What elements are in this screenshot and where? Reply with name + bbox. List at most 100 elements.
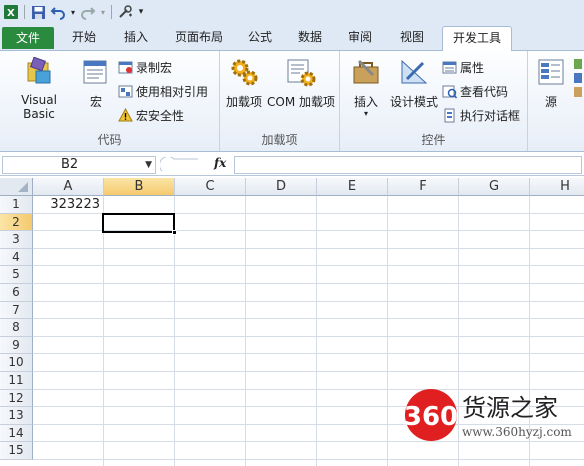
relative-references-button[interactable]: 使用相对引用 xyxy=(118,81,208,101)
insert-function-icon[interactable]: fx xyxy=(214,156,226,170)
properties-label: 属性 xyxy=(460,60,485,75)
expansion-packs-icon[interactable] xyxy=(574,73,582,83)
column-header-e[interactable]: E xyxy=(317,178,388,196)
row-header-6[interactable]: 6 xyxy=(0,284,33,302)
row-header-9[interactable]: 9 xyxy=(0,336,33,355)
refresh-data-icon[interactable] xyxy=(574,87,582,97)
fill-handle[interactable] xyxy=(172,230,177,235)
column-header-f[interactable]: F xyxy=(388,178,459,196)
row-header-3[interactable]: 3 xyxy=(0,231,33,249)
active-cell-b2[interactable] xyxy=(102,213,177,235)
select-all-corner[interactable] xyxy=(0,178,33,196)
visual-basic-button[interactable]: Visual Basic xyxy=(4,57,74,121)
addins-group-label: 加载项 xyxy=(261,133,298,147)
record-macro-button[interactable]: 录制宏 xyxy=(118,57,172,77)
relative-references-label: 使用相对引用 xyxy=(136,84,209,99)
column-gridline xyxy=(316,196,317,466)
warning-icon xyxy=(118,107,133,121)
row-header-1[interactable]: 1 xyxy=(0,196,33,214)
column-gridline xyxy=(103,196,104,466)
watermark-logo-text: 360 xyxy=(404,402,458,432)
row-gridline xyxy=(33,283,584,284)
redo-dropdown-icon[interactable]: ▾ xyxy=(99,3,107,21)
map-properties-icon[interactable] xyxy=(574,59,582,69)
code-group: Visual Basic 宏 录制宏 使用相对引用 宏安全性 代码 xyxy=(0,51,220,151)
redo-icon[interactable] xyxy=(79,3,97,21)
row-header-14[interactable]: 14 xyxy=(0,424,33,443)
addins-button[interactable]: 加载项 xyxy=(224,57,264,110)
watermark-url: www.360hyzj.com xyxy=(462,425,572,439)
view-code-label: 查看代码 xyxy=(460,84,509,99)
quick-access-toolbar: X ▾ ▾ ▾ xyxy=(0,0,584,24)
save-icon[interactable] xyxy=(29,3,47,21)
name-box[interactable]: B2 ▼ xyxy=(2,156,156,174)
design-mode-button[interactable]: 设计模式 xyxy=(388,57,440,110)
source-button[interactable]: 源 xyxy=(536,57,566,110)
column-header-b[interactable]: B xyxy=(104,178,175,196)
row-header-15[interactable]: 15 xyxy=(0,442,33,460)
column-header-h[interactable]: H xyxy=(530,178,584,196)
formula-bar-splitter-icon[interactable] xyxy=(160,157,200,173)
tab-review[interactable]: 审阅 xyxy=(338,26,382,51)
row-gridline xyxy=(33,247,584,249)
customize-dropdown-icon[interactable]: ▾ xyxy=(136,3,146,21)
com-addins-button[interactable]: COM 加载项 xyxy=(266,57,336,110)
undo-icon[interactable] xyxy=(49,3,67,21)
customize-icon[interactable] xyxy=(116,3,134,21)
row-header-5[interactable]: 5 xyxy=(0,266,33,284)
excel-icon[interactable]: X xyxy=(2,3,20,21)
run-dialog-button[interactable]: 执行对话框 xyxy=(442,105,520,125)
undo-dropdown-icon[interactable]: ▾ xyxy=(69,3,77,21)
view-code-button[interactable]: 查看代码 xyxy=(442,81,508,101)
row-gridline xyxy=(33,265,584,267)
tab-formulas[interactable]: 公式 xyxy=(238,26,282,51)
divider xyxy=(111,5,112,19)
formula-input[interactable] xyxy=(234,156,582,174)
tab-file[interactable]: 文件 xyxy=(2,27,54,49)
row-header-7[interactable]: 7 xyxy=(0,301,33,320)
watermark: 360 货源之家 www.360hyzj.com xyxy=(404,386,584,446)
tab-home[interactable]: 开始 xyxy=(60,26,108,51)
row-header-12[interactable]: 12 xyxy=(0,389,33,408)
addins-group: 加载项 COM 加载项 加载项 xyxy=(220,51,340,151)
column-header-a[interactable]: A xyxy=(33,178,104,196)
cell-a1[interactable]: 323223 xyxy=(33,196,102,214)
macros-label: 宏 xyxy=(89,95,102,109)
row-header-13[interactable]: 13 xyxy=(0,407,33,425)
divider xyxy=(24,5,25,19)
relative-references-icon xyxy=(118,85,133,97)
column-header-d[interactable]: D xyxy=(246,178,317,196)
macro-security-button[interactable]: 宏安全性 xyxy=(118,105,184,125)
properties-button[interactable]: 属性 xyxy=(442,57,484,77)
tab-view[interactable]: 视图 xyxy=(390,26,434,51)
record-macro-icon xyxy=(118,61,133,73)
row-gridline xyxy=(33,371,584,372)
tab-data[interactable]: 数据 xyxy=(288,26,332,51)
row-header-11[interactable]: 11 xyxy=(0,372,33,390)
code-group-label: 代码 xyxy=(97,133,122,147)
properties-icon xyxy=(442,61,457,73)
column-header-g[interactable]: G xyxy=(459,178,530,196)
ribbon: Visual Basic 宏 录制宏 使用相对引用 宏安全性 代码 加载项 CO… xyxy=(0,51,584,152)
row-header-4[interactable]: 4 xyxy=(0,248,33,267)
tab-page-layout[interactable]: 页面布局 xyxy=(166,26,232,51)
tab-insert[interactable]: 插入 xyxy=(112,26,160,51)
record-macro-label: 录制宏 xyxy=(136,60,173,75)
name-box-value: B2 xyxy=(61,157,79,172)
design-mode-label: 设计模式 xyxy=(389,95,438,109)
com-addins-icon xyxy=(287,59,316,87)
column-header-c[interactable]: C xyxy=(175,178,246,196)
row-header-10[interactable]: 10 xyxy=(0,354,33,372)
tab-developer[interactable]: 开发工具 xyxy=(442,26,512,52)
view-code-icon xyxy=(442,85,457,98)
name-box-dropdown-icon[interactable]: ▼ xyxy=(145,157,152,173)
row-header-2[interactable]: 2 xyxy=(0,213,33,232)
controls-group-label: 控件 xyxy=(421,133,446,147)
row-gridline xyxy=(33,318,584,320)
macros-button[interactable]: 宏 xyxy=(80,57,112,110)
watermark-brand: 货源之家 xyxy=(462,394,558,422)
design-mode-icon xyxy=(401,59,428,84)
insert-control-button[interactable]: 插入 ▾ xyxy=(346,57,386,118)
macros-icon xyxy=(83,60,107,84)
row-header-8[interactable]: 8 xyxy=(0,319,33,337)
